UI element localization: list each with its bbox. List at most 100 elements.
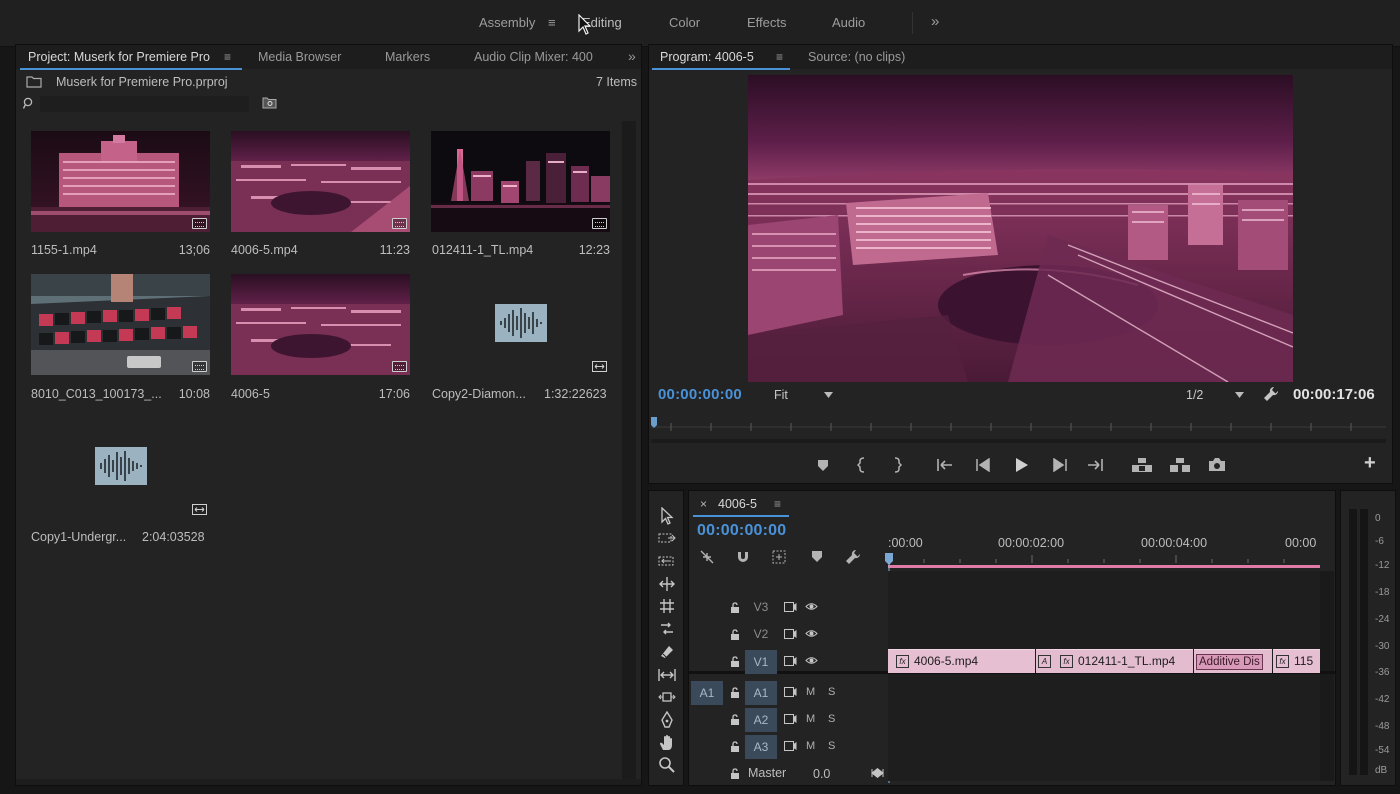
project-scrollbar[interactable] <box>622 121 636 785</box>
monitor-time-ruler[interactable] <box>651 413 1386 447</box>
sequence-tab[interactable]: 4006-5 <box>718 497 757 511</box>
close-sequence-icon[interactable]: × <box>700 497 707 511</box>
add-button-icon[interactable]: + <box>1364 452 1376 475</box>
mute-button[interactable]: M <box>806 713 815 725</box>
new-search-bin-icon[interactable] <box>262 97 277 109</box>
wrench-icon[interactable] <box>1263 386 1279 402</box>
timeline-clip-4006-5[interactable]: fx 4006-5.mp4 <box>888 649 1035 673</box>
eye-icon[interactable] <box>805 602 818 611</box>
eye-icon[interactable] <box>805 629 818 638</box>
solo-button[interactable]: S <box>828 686 835 698</box>
linked-selection-icon[interactable] <box>771 549 787 565</box>
workspace-menu-icon[interactable]: ≡ <box>548 15 556 30</box>
timeline-timecode[interactable]: 00:00:00:00 <box>697 522 786 540</box>
snap-magnet-icon[interactable] <box>735 549 751 565</box>
extract-icon[interactable] <box>1169 457 1191 473</box>
mark-out-icon[interactable] <box>892 457 902 473</box>
go-to-out-icon[interactable] <box>1086 458 1104 472</box>
razor-tool-icon[interactable] <box>658 643 676 661</box>
tab-project[interactable]: Project: Muserk for Premiere Pro <box>28 50 210 64</box>
go-to-in-icon[interactable] <box>936 458 954 472</box>
add-marker-icon[interactable] <box>811 550 823 563</box>
tabs-overflow-icon[interactable]: » <box>628 48 636 64</box>
workspace-effects[interactable]: Effects <box>747 15 787 30</box>
play-icon[interactable] <box>1015 457 1029 473</box>
program-video-frame[interactable] <box>748 75 1293 382</box>
rolling-edit-tool-icon[interactable] <box>658 575 676 593</box>
timeline-settings-wrench-icon[interactable] <box>845 549 861 565</box>
track-label-v2[interactable]: V2 <box>745 623 777 645</box>
lock-icon[interactable] <box>730 768 740 779</box>
lock-icon[interactable] <box>730 714 740 725</box>
tab-menu-icon[interactable]: ≡ <box>774 497 781 511</box>
track-label-a2[interactable]: A2 <box>745 708 777 732</box>
eye-icon[interactable] <box>805 656 818 665</box>
chevron-down-icon[interactable] <box>824 392 833 398</box>
clip-thumbnail-copy1-audio[interactable] <box>31 417 210 518</box>
resolution-select[interactable]: 1/2 <box>1186 388 1203 402</box>
slide-tool-icon[interactable] <box>658 688 676 706</box>
clip-thumbnail-4006-5-mp4[interactable] <box>231 131 410 232</box>
slip-tool-icon[interactable] <box>658 666 676 684</box>
lock-icon[interactable] <box>730 629 740 640</box>
mute-button[interactable]: M <box>806 740 815 752</box>
lock-icon[interactable] <box>730 687 740 698</box>
mark-in-icon[interactable] <box>857 457 867 473</box>
export-frame-camera-icon[interactable] <box>1208 457 1226 472</box>
timeline-transition-additive-dissolve[interactable]: Additive Dis <box>1194 649 1272 673</box>
sync-lock-icon[interactable] <box>784 656 797 666</box>
tab-menu-icon[interactable]: ≡ <box>776 50 783 64</box>
master-volume-value[interactable]: 0.0 <box>813 767 830 781</box>
workspace-assembly[interactable]: Assembly <box>479 15 535 30</box>
solo-button[interactable]: S <box>828 740 835 752</box>
clip-thumbnail-012411[interactable] <box>431 131 610 232</box>
timeline-ruler[interactable] <box>888 553 1320 569</box>
insert-nest-icon[interactable] <box>699 549 715 565</box>
tab-media-browser[interactable]: Media Browser <box>258 50 341 64</box>
lock-icon[interactable] <box>730 656 740 667</box>
source-patch-a1[interactable]: A1 <box>691 681 723 705</box>
tab-menu-icon[interactable]: ≡ <box>224 50 231 64</box>
sync-lock-icon[interactable] <box>784 629 797 639</box>
track-label-a1[interactable]: A1 <box>745 681 777 705</box>
rate-stretch-tool-icon[interactable] <box>658 597 676 615</box>
track-area[interactable] <box>888 571 1320 781</box>
zoom-tool-icon[interactable] <box>658 756 676 774</box>
rate-stretch-arrows-icon[interactable] <box>658 620 676 638</box>
step-back-icon[interactable] <box>975 458 991 472</box>
workspace-color[interactable]: Color <box>669 15 700 30</box>
lock-icon[interactable] <box>730 602 740 613</box>
ripple-edit-tool-icon[interactable] <box>658 552 676 570</box>
lock-icon[interactable] <box>730 741 740 752</box>
mute-button[interactable]: M <box>806 686 815 698</box>
tab-audio-clip-mixer[interactable]: Audio Clip Mixer: 400 <box>474 50 593 64</box>
zoom-select[interactable]: Fit <box>774 388 788 402</box>
sync-lock-icon[interactable] <box>784 687 797 697</box>
tab-program[interactable]: Program: 4006-5 <box>660 50 754 64</box>
track-label-v3[interactable]: V3 <box>745 596 777 618</box>
workspace-audio[interactable]: Audio <box>832 15 865 30</box>
sync-lock-icon[interactable] <box>784 714 797 724</box>
search-input[interactable] <box>40 96 249 112</box>
add-marker-icon[interactable] <box>816 458 830 472</box>
track-select-tool-icon[interactable] <box>658 529 676 547</box>
sync-lock-icon[interactable] <box>784 741 797 751</box>
solo-button[interactable]: S <box>828 713 835 725</box>
clip-thumbnail-4006-5-sequence[interactable] <box>231 274 410 375</box>
clip-thumbnail-copy2-audio[interactable] <box>431 274 610 375</box>
lift-icon[interactable] <box>1131 457 1153 473</box>
timeline-clip-115[interactable]: fx 115 <box>1273 649 1320 673</box>
selection-tool-icon[interactable] <box>658 507 676 525</box>
sync-lock-icon[interactable] <box>784 602 797 612</box>
hand-tool-icon[interactable] <box>658 734 676 752</box>
pen-tool-icon[interactable] <box>658 711 676 729</box>
step-forward-icon[interactable] <box>1052 458 1068 472</box>
clip-thumbnail-1155[interactable] <box>31 131 210 232</box>
timeline-vertical-scrollbar[interactable] <box>1320 571 1334 781</box>
track-label-v1[interactable]: V1 <box>745 650 777 674</box>
tab-markers[interactable]: Markers <box>385 50 430 64</box>
go-to-end-icon[interactable] <box>871 768 884 778</box>
clip-thumbnail-8010[interactable] <box>31 274 210 375</box>
timeline-clip-012411[interactable]: Afx 012411-1_TL.mp4 <box>1036 649 1193 673</box>
workspace-overflow-icon[interactable]: » <box>931 13 939 30</box>
